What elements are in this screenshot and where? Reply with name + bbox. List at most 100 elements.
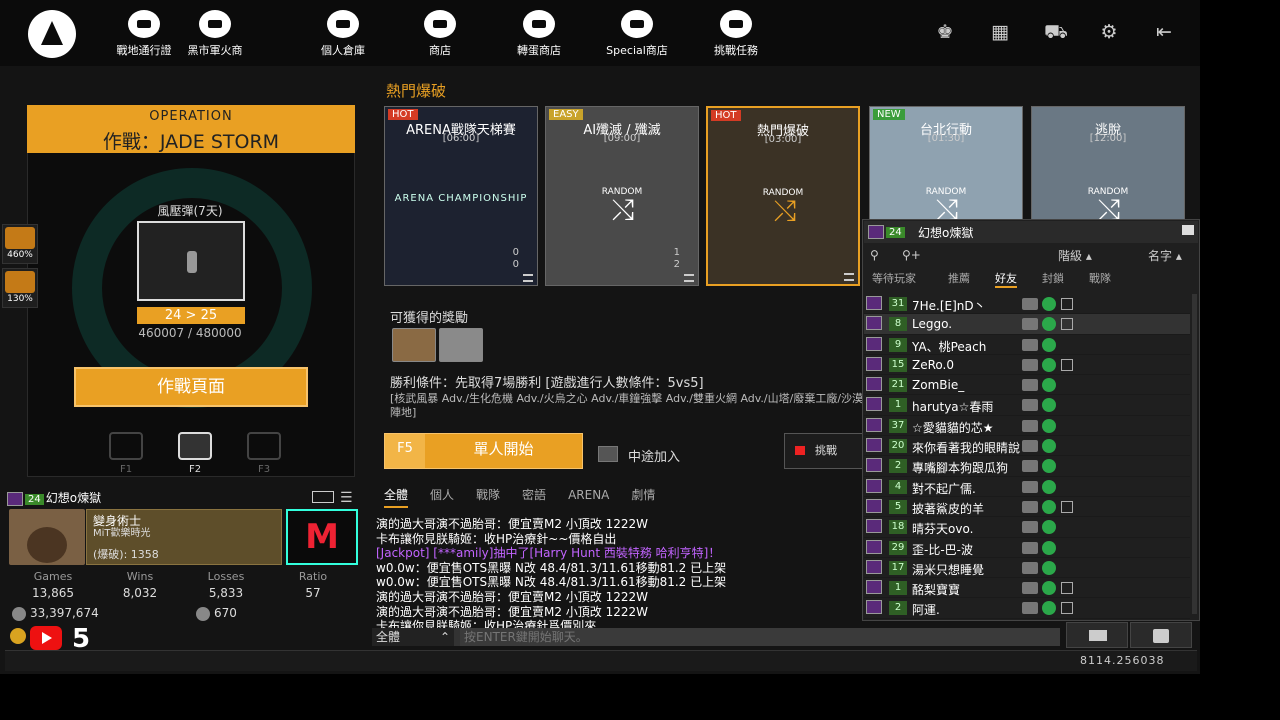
chat-channel-select[interactable]: 全體 ⌃: [372, 628, 454, 646]
chat-tab[interactable]: 個人: [430, 486, 454, 503]
note-icon[interactable]: [1061, 318, 1073, 331]
ranking-icon[interactable]: ♚: [934, 22, 956, 42]
cart-icon[interactable]: ⛟: [1044, 22, 1068, 42]
nav-item-inventory[interactable]: 個人倉庫: [298, 10, 388, 58]
nav-item-shop[interactable]: 商店: [395, 10, 485, 58]
note-icon[interactable]: [1061, 358, 1073, 371]
mode-card[interactable]: HOT 熱門爆破 [03:00] RANDOM ⤭: [706, 106, 860, 286]
note-icon[interactable]: [1061, 582, 1073, 595]
game-logo-icon[interactable]: [28, 10, 76, 58]
friend-row[interactable]: 8 Leggo.: [864, 314, 1190, 335]
friend-name: Leggo.: [912, 317, 953, 332]
rank-icon: [866, 377, 882, 392]
challenge-button[interactable]: 挑戰: [784, 433, 864, 469]
chat-tab[interactable]: 戰隊: [476, 486, 500, 503]
note-icon[interactable]: [1061, 602, 1073, 615]
chat-input[interactable]: [460, 628, 1060, 646]
friends-scrollbar[interactable]: [1192, 294, 1197, 614]
friend-level: 1: [889, 581, 907, 596]
friend-row[interactable]: 20 來你看著我的眼睛說: [864, 436, 1190, 457]
add-friend-icon[interactable]: ⚲+: [902, 248, 930, 262]
friend-level: 29: [889, 540, 907, 555]
exit-icon[interactable]: ⇤: [1153, 22, 1175, 42]
special-shop-icon: [621, 10, 653, 38]
mode-time: [06:00]: [442, 133, 480, 144]
profile-card-icon[interactable]: [312, 491, 334, 503]
friend-name: YA、桃Peach: [912, 339, 987, 354]
gamepad-icon: [1022, 602, 1038, 615]
sort-rank-label: 階級: [1058, 249, 1083, 263]
rank-icon: [866, 336, 882, 351]
friend-row[interactable]: 1 harutya☆春雨: [864, 395, 1190, 416]
stat-ratio-label: Ratio: [298, 570, 328, 583]
friend-row[interactable]: 9 YA、桃Peach: [864, 335, 1190, 355]
list-icon[interactable]: [523, 274, 533, 282]
mode-count-bottom: 0: [512, 259, 519, 270]
calendar-icon[interactable]: ▦: [989, 22, 1011, 42]
section-title: 熱門爆破: [386, 82, 447, 100]
sort-by-rank[interactable]: 階級 ▴: [1058, 247, 1092, 264]
gamepad-icon: [1022, 440, 1038, 453]
friend-row[interactable]: 37 ☆愛貓貓的芯★: [864, 416, 1190, 437]
chat-tab[interactable]: 全體: [384, 486, 409, 508]
friends-tab[interactable]: 戰隊: [1089, 270, 1111, 286]
operation-page-button[interactable]: 作戰頁面: [74, 367, 308, 407]
minimize-icon[interactable]: [1182, 225, 1194, 235]
friend-row[interactable]: 31 7He.[E]nD丶: [864, 294, 1190, 315]
reward-box-icon[interactable]: [392, 328, 436, 362]
chat-tab[interactable]: 密語: [522, 486, 546, 503]
menu-icon[interactable]: ☰: [340, 490, 353, 506]
nav-item-label: 轉蛋商店: [517, 44, 561, 57]
nav-item-gacha[interactable]: 轉蛋商店: [494, 10, 584, 58]
friend-row[interactable]: 15 ZeRo.0: [864, 355, 1190, 376]
friend-row[interactable]: 17 湯米只想睡覺: [864, 558, 1190, 579]
nav-item-special-shop[interactable]: Special商店: [592, 10, 682, 58]
sort-by-name[interactable]: 名字 ▴: [1148, 247, 1182, 264]
friend-row[interactable]: 18 晴芬天ovo.: [864, 517, 1190, 538]
mail-button[interactable]: [1066, 622, 1128, 648]
note-icon[interactable]: [1061, 298, 1073, 310]
f3-mode-button[interactable]: F3: [244, 432, 284, 475]
rank-icon: [866, 356, 882, 371]
list-icon[interactable]: [684, 274, 694, 282]
friends-tab[interactable]: 封鎖: [1042, 270, 1064, 286]
friends-tab[interactable]: 等待玩家: [872, 270, 916, 286]
reward-silver-box-icon[interactable]: [439, 328, 483, 362]
friend-row[interactable]: 5 披著鯊皮的羊: [864, 497, 1190, 518]
single-start-button[interactable]: F5 單人開始: [384, 433, 583, 469]
note-icon[interactable]: [1061, 500, 1073, 513]
stat-ratio: Ratio 57: [278, 570, 348, 600]
mid-join-checkbox[interactable]: [598, 446, 618, 462]
friend-row[interactable]: 21 ZomBie_: [864, 375, 1190, 396]
friend-row[interactable]: 4 對不起广儒.: [864, 477, 1190, 497]
chat-tab[interactable]: 劇情: [631, 486, 655, 503]
nav-item-challenge-mission[interactable]: 挑戰任務: [691, 10, 781, 58]
gift-button[interactable]: [1130, 622, 1192, 648]
profile-name: 幻想o煉獄: [45, 491, 102, 505]
stat-losses-value: 5,833: [208, 586, 244, 600]
exp-boost-icon: [5, 227, 35, 249]
friend-name: 湯米只想睡覺: [912, 562, 985, 577]
gold-currency: 33,397,674: [12, 606, 99, 621]
search-player-icon[interactable]: ⚲: [870, 248, 898, 262]
rank-stat: (爆破): 1358: [93, 548, 159, 561]
chat-tab[interactable]: ARENA: [568, 488, 609, 502]
nav-item-black-market[interactable]: 黑市軍火商: [170, 10, 260, 58]
friend-row[interactable]: 2 專嘴腳本狗跟瓜狗: [864, 456, 1190, 477]
mode-count-bottom: 2: [673, 259, 680, 270]
nav-item-label: 個人倉庫: [321, 44, 365, 57]
friend-row[interactable]: 1 酩梨寶寶: [864, 578, 1190, 599]
friend-row[interactable]: 29 歪-比-巴-波: [864, 538, 1190, 558]
friend-row[interactable]: 2 阿運.: [864, 598, 1190, 619]
mode-card[interactable]: HOT ARENA戰隊天梯賽 [06:00] ARENA CHAMPIONSHIP 0 0: [384, 106, 538, 286]
avatar[interactable]: [9, 509, 85, 565]
f2-mode-button[interactable]: F2: [175, 432, 215, 475]
friends-tab[interactable]: 好友: [995, 270, 1017, 288]
friends-tab[interactable]: 推薦: [948, 270, 970, 286]
chevron-up-icon: ⌃: [439, 630, 450, 644]
f1-mode-button[interactable]: F1: [106, 432, 146, 475]
online-check-icon: [1042, 520, 1056, 535]
gear-icon[interactable]: ⚙: [1098, 22, 1120, 42]
list-icon[interactable]: [844, 273, 854, 281]
mode-card[interactable]: EASY AI殲滅 / 殲滅 [09:00] RANDOM ⤭ 1 2: [545, 106, 699, 286]
